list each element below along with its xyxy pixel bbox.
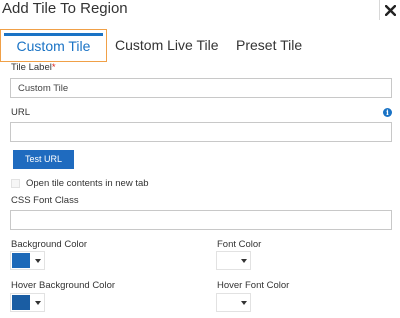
tab-label: Custom Live Tile: [115, 37, 219, 53]
active-tab-indicator: [4, 33, 103, 36]
required-marker: *: [51, 62, 56, 73]
color-swatch: [12, 253, 30, 268]
tile-label-text: Tile Label: [11, 62, 52, 73]
test-url-button[interactable]: Test URL: [13, 150, 74, 169]
color-swatch: [218, 253, 236, 268]
tile-label-label: Tile Label*: [11, 62, 56, 74]
tab-custom-tile[interactable]: Custom Tile: [0, 29, 107, 62]
dialog-title-bar: Add Tile To Region: [0, 0, 400, 20]
open-new-tab-checkbox[interactable]: [11, 179, 20, 188]
background-color-label: Background Color: [11, 239, 88, 250]
dropdown-toggle[interactable]: [31, 252, 45, 269]
hover-background-color-picker[interactable]: [10, 293, 45, 312]
tab-custom-live-tile[interactable]: Custom Live Tile: [115, 29, 218, 62]
hover-font-color-label: Hover Font Color: [217, 280, 290, 291]
background-color-picker[interactable]: [10, 251, 45, 270]
color-swatch: [218, 295, 236, 310]
dialog-title: Add Tile To Region: [2, 0, 128, 17]
tab-label: Preset Tile: [236, 37, 303, 53]
dropdown-toggle[interactable]: [31, 294, 45, 311]
add-tile-dialog: Add Tile To Region Custom Tile Custom Li…: [0, 0, 400, 318]
font-color-picker[interactable]: [216, 251, 251, 270]
caret-down-icon: [35, 300, 41, 305]
info-icon[interactable]: i: [383, 108, 392, 117]
css-font-class-label: CSS Font Class: [11, 195, 79, 206]
css-font-class-input[interactable]: [10, 210, 392, 230]
dropdown-toggle[interactable]: [237, 294, 251, 311]
tile-label-input[interactable]: [10, 78, 392, 98]
caret-down-icon: [35, 258, 41, 263]
caret-down-icon: [241, 300, 247, 305]
hover-font-color-picker[interactable]: [216, 293, 251, 312]
url-input[interactable]: [10, 122, 392, 142]
caret-down-icon: [241, 258, 247, 263]
tab-label: Custom Tile: [16, 38, 91, 54]
url-label: URL: [11, 107, 31, 118]
tab-preset-tile[interactable]: Preset Tile: [236, 29, 302, 62]
dropdown-toggle[interactable]: [237, 252, 251, 269]
close-button[interactable]: [380, 0, 400, 20]
font-color-label: Font Color: [217, 239, 262, 250]
tile-type-tabs: Custom Tile Custom Live Tile Preset Tile: [0, 29, 400, 62]
open-new-tab-label: Open tile contents in new tab: [26, 178, 149, 189]
color-swatch: [12, 295, 30, 310]
hover-background-color-label: Hover Background Color: [11, 280, 116, 291]
close-icon: [384, 4, 396, 16]
